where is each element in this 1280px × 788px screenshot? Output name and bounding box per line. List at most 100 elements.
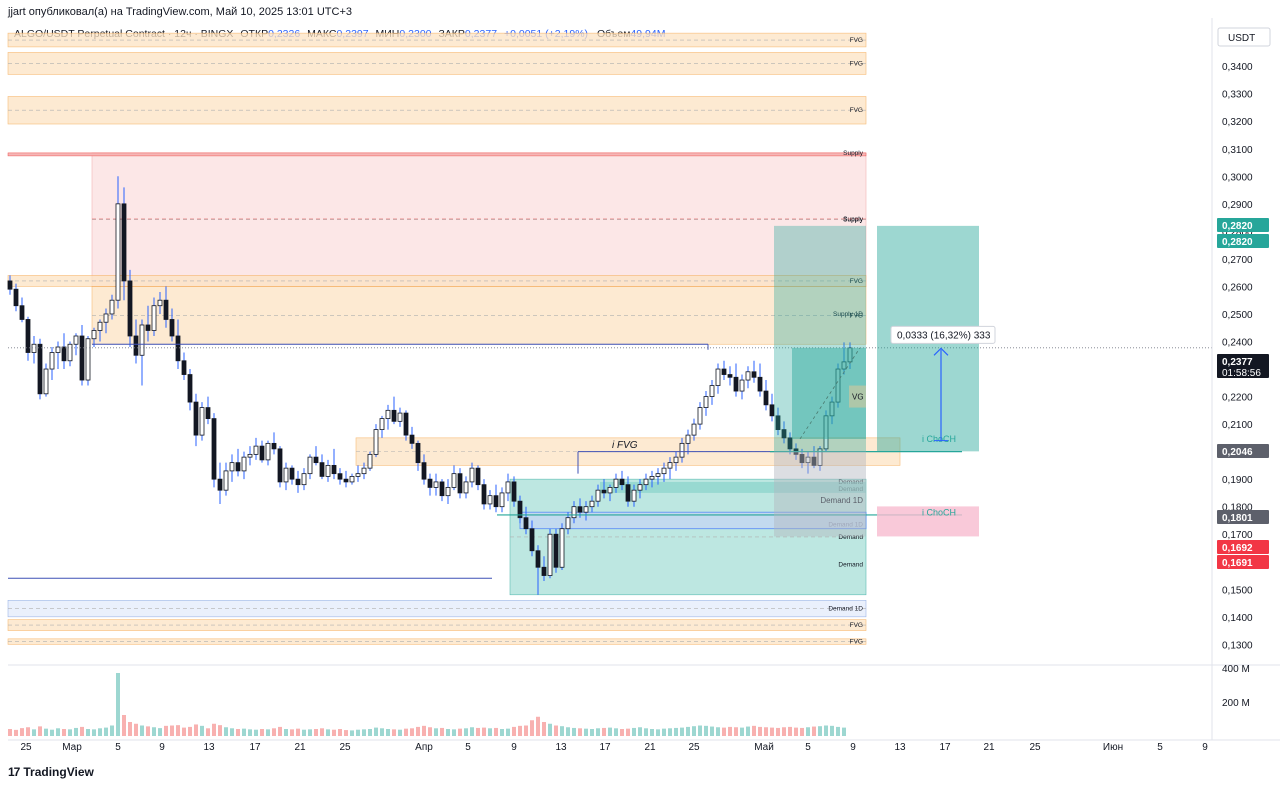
- volume-bar: [800, 727, 804, 736]
- volume-bar: [416, 726, 420, 736]
- volume-bar: [452, 729, 456, 736]
- time-tick-label: 17: [939, 742, 951, 753]
- zone-label: Supply: [843, 216, 864, 223]
- volume-bar: [404, 728, 408, 736]
- candle-body: [649, 476, 655, 480]
- candle-body: [643, 478, 649, 486]
- volume-bar: [668, 728, 672, 736]
- candle-body: [757, 376, 763, 392]
- price-tick-label: 0,1700: [1222, 530, 1253, 541]
- candle-body: [487, 495, 493, 505]
- candle-body: [397, 412, 403, 422]
- candle-body: [415, 442, 421, 464]
- price-tick-label: 0,1400: [1222, 613, 1253, 624]
- time-tick-label: Июн: [1103, 742, 1123, 753]
- candle-body: [319, 462, 325, 477]
- candle-body: [361, 467, 367, 475]
- price-tick-label: 0,2900: [1222, 200, 1253, 211]
- volume-bar: [68, 729, 72, 736]
- candle-body: [379, 418, 385, 431]
- candle-body: [331, 464, 337, 475]
- candle-body: [157, 299, 163, 307]
- candle-body: [451, 473, 457, 488]
- price-tick-label: 0,2200: [1222, 393, 1253, 404]
- candle-body: [301, 473, 307, 486]
- time-tick-label: 9: [1202, 742, 1208, 753]
- candle-body: [85, 338, 91, 381]
- volume-bar: [398, 729, 402, 736]
- candle-body: [61, 346, 67, 362]
- time-tick-label: 25: [1029, 742, 1041, 753]
- candle-body: [433, 481, 439, 488]
- candle-body: [631, 489, 637, 502]
- volume-bar: [584, 728, 588, 736]
- time-tick-label: 21: [644, 742, 656, 753]
- volume-tick-label: 200 M: [1222, 698, 1250, 709]
- price-tick-label: 0,2600: [1222, 282, 1253, 293]
- volume-bar: [518, 725, 522, 736]
- price-chart[interactable]: FVGFVGFVGSupplyFVGFVGDemandDemand 1DFVGF…: [0, 0, 1280, 788]
- volume-bar: [620, 729, 624, 736]
- volume-bar: [152, 727, 156, 736]
- volume-bar: [614, 728, 618, 736]
- candle-body: [19, 305, 25, 320]
- candle-body: [67, 343, 73, 362]
- candle-body: [637, 484, 643, 491]
- candle-body: [115, 203, 121, 301]
- volume-bar: [554, 725, 558, 736]
- candle-body: [91, 330, 97, 340]
- candle-body: [235, 462, 241, 472]
- volume-bar: [56, 728, 60, 736]
- volume-bar: [128, 722, 132, 736]
- volume-bar: [818, 726, 822, 736]
- volume-bar: [506, 728, 510, 736]
- countdown-label: 01:58:56: [1222, 368, 1261, 379]
- volume-bar: [62, 729, 66, 736]
- candle-body: [367, 453, 373, 469]
- candle-body: [445, 487, 451, 497]
- candle-body: [277, 448, 283, 483]
- volume-bar: [98, 728, 102, 736]
- volume-bar: [422, 725, 426, 736]
- volume-bar: [146, 726, 150, 736]
- volume-bar: [626, 728, 630, 736]
- candle-body: [49, 352, 55, 370]
- time-tick-label: 5: [115, 742, 121, 753]
- time-tick-label: 9: [511, 742, 517, 753]
- time-tick-label: 5: [805, 742, 811, 753]
- tradingview-logo[interactable]: 17 TradingView: [8, 765, 94, 779]
- candle-body: [211, 418, 217, 480]
- volume-bar: [536, 716, 540, 736]
- volume-tick-label: 400 M: [1222, 664, 1250, 675]
- volume-bar: [92, 729, 96, 736]
- candle-body: [109, 299, 115, 315]
- candle-body: [715, 368, 721, 386]
- volume-bar: [278, 726, 282, 736]
- candle-body: [307, 456, 313, 475]
- volume-bar: [602, 727, 606, 736]
- price-badge-label: 0,2820: [1222, 221, 1253, 232]
- volume-bar: [200, 725, 204, 736]
- candle-body: [739, 379, 745, 392]
- time-tick-label: 13: [894, 742, 906, 753]
- candle-body: [37, 343, 43, 395]
- candle-body: [721, 368, 727, 375]
- volume-bar: [26, 727, 30, 736]
- candle-body: [679, 442, 685, 458]
- price-tick-label: 0,3400: [1222, 62, 1253, 73]
- volume-bar: [542, 722, 546, 736]
- volume-bar: [74, 727, 78, 736]
- candle-body: [241, 456, 247, 472]
- candle-body: [31, 343, 37, 353]
- candle-body: [283, 467, 289, 483]
- zone-label: Demand 1D: [828, 606, 863, 613]
- volume-bar: [194, 724, 198, 736]
- time-tick-label: 25: [339, 742, 351, 753]
- candle-body: [523, 517, 529, 530]
- candle-body: [223, 470, 229, 491]
- volume-bar: [704, 725, 708, 736]
- volume-bar: [392, 729, 396, 736]
- volume-bar: [842, 727, 846, 736]
- candle-body: [187, 374, 193, 403]
- candle-body: [217, 478, 223, 491]
